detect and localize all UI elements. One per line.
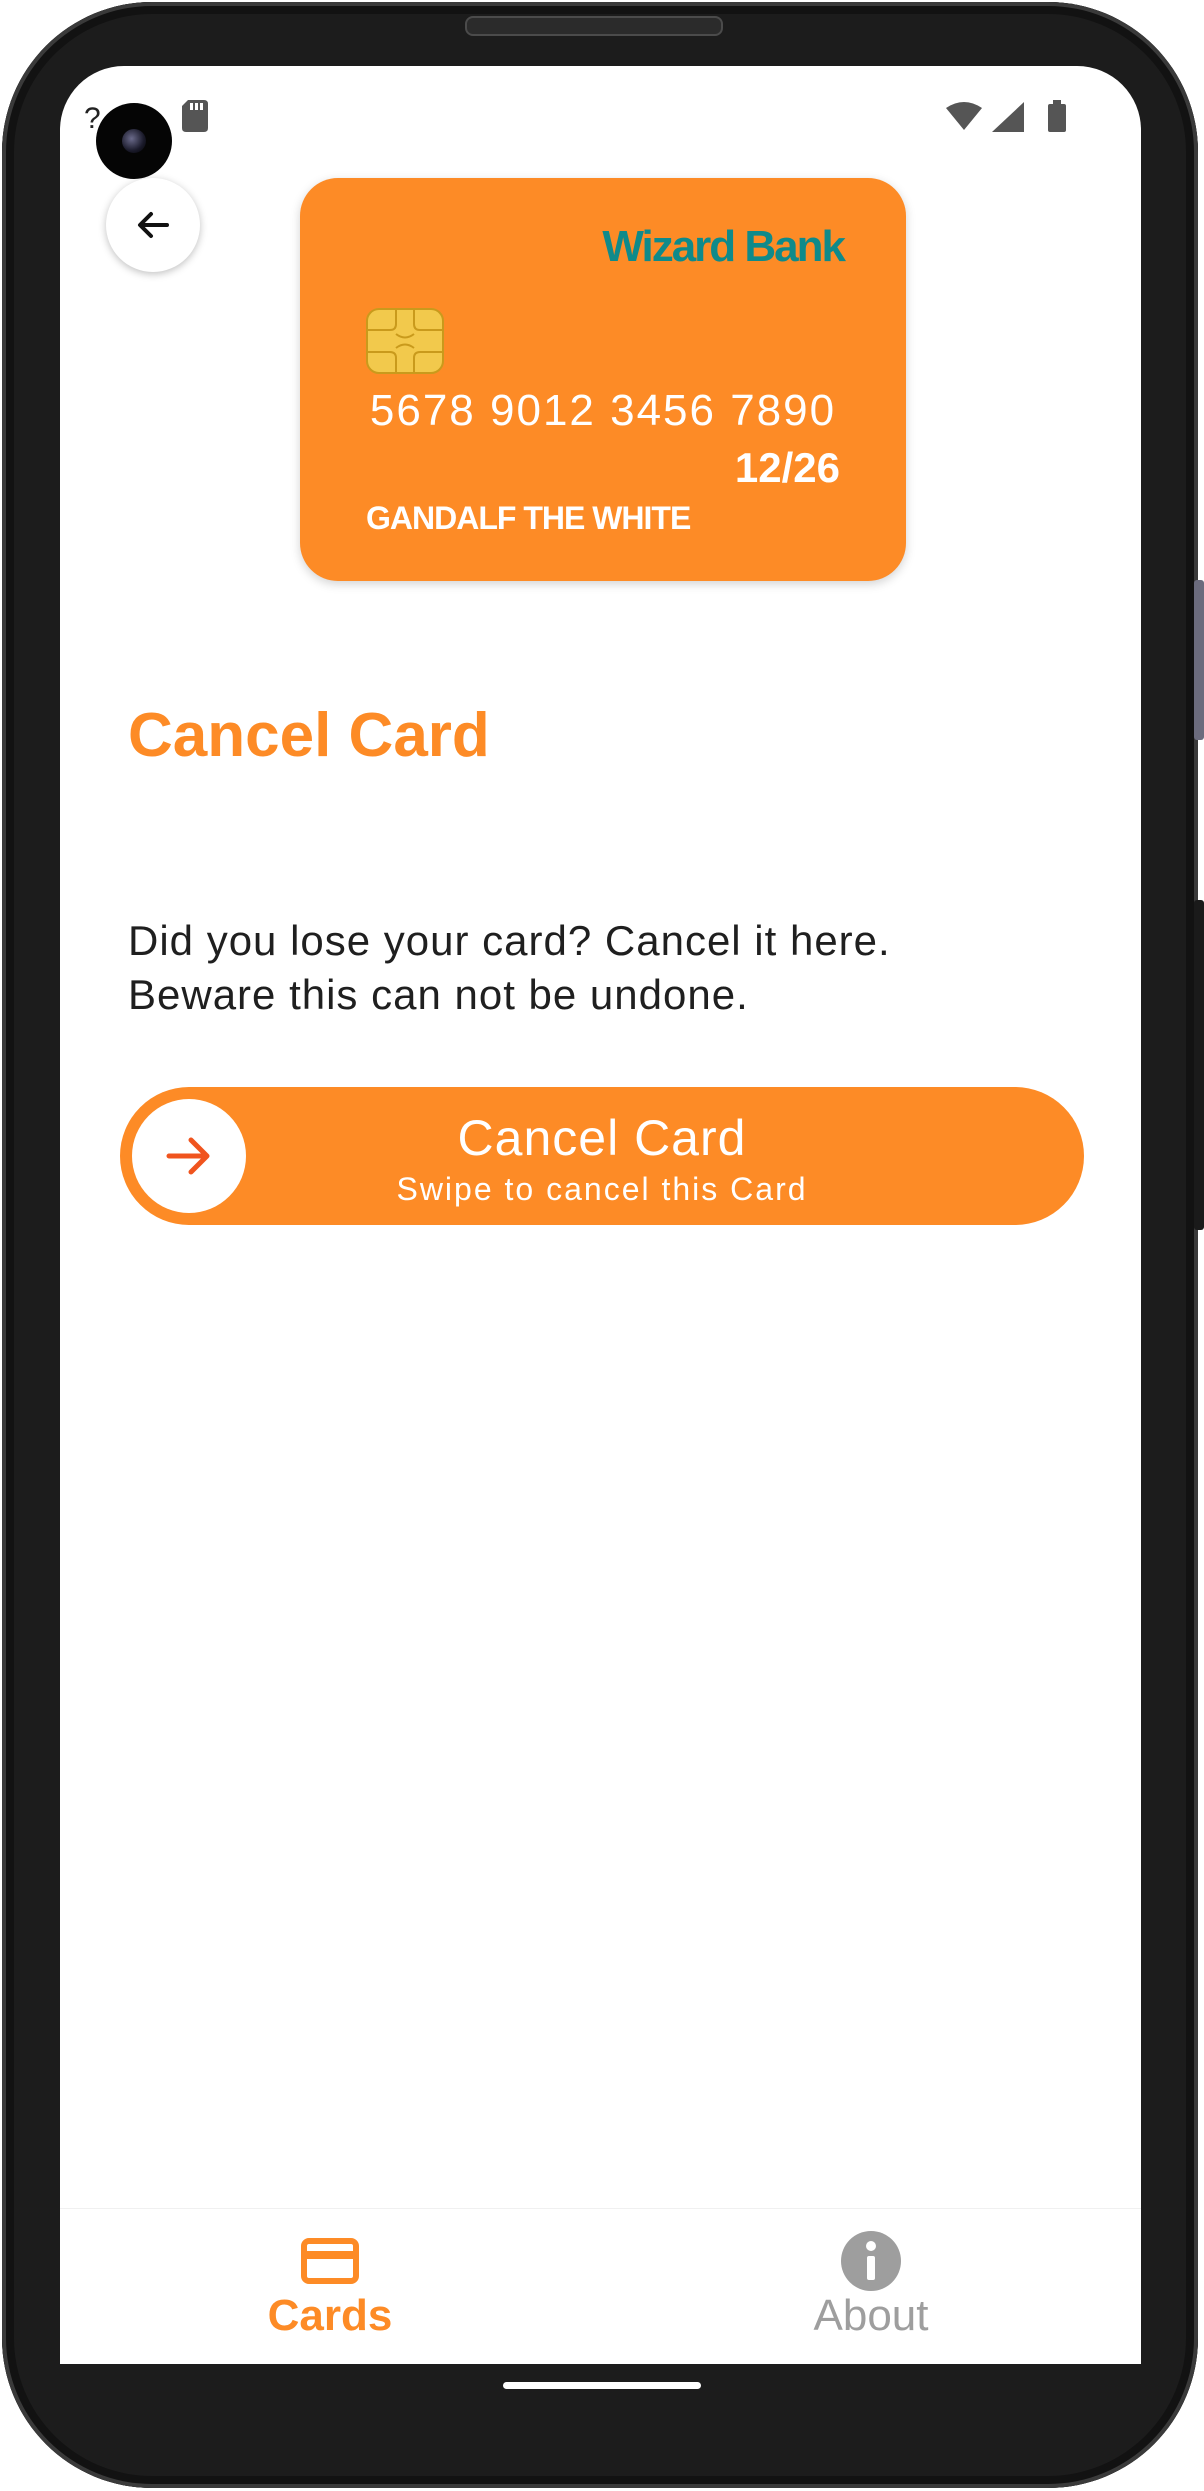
- bottom-navigation: Cards About: [60, 2208, 1141, 2364]
- volume-button: [1194, 580, 1204, 740]
- speaker-grille: [465, 16, 723, 36]
- sd-card-icon: [182, 100, 208, 132]
- swipe-title: Cancel Card: [457, 1110, 747, 1166]
- card-expiry: 12/26: [734, 444, 840, 491]
- front-camera: [96, 103, 172, 179]
- status-icons: [946, 100, 1066, 132]
- nav-label-cards: Cards: [267, 2291, 393, 2340]
- card-number: 5678 9012 3456 7890: [369, 386, 837, 435]
- info-icon: [841, 2231, 901, 2291]
- nav-item-about[interactable]: About: [721, 2209, 1021, 2364]
- description-line-2: Beware this can not be undone.: [128, 971, 749, 1018]
- nav-item-cards[interactable]: Cards: [180, 2209, 480, 2364]
- arrow-left-icon: [138, 212, 169, 238]
- device: ? Wizard Bank 5678 9012 3456 7890 12/26 …: [0, 0, 1204, 2491]
- credit-card: Wizard Bank 5678 9012 3456 7890 12/26 GA…: [300, 178, 906, 581]
- battery-icon: [1048, 100, 1066, 132]
- swipe-subtitle: Swipe to cancel this Card: [396, 1171, 808, 1207]
- credit-card-icon: [301, 2238, 359, 2284]
- signal-icon: [992, 102, 1024, 132]
- power-button: [1194, 900, 1204, 1230]
- page-title: Cancel Card: [128, 701, 490, 770]
- back-button[interactable]: [106, 178, 200, 272]
- description-line-1: Did you lose your card? Cancel it here.: [128, 917, 891, 964]
- wifi-icon: [946, 102, 982, 130]
- card-holder: GANDALF THE WHITE: [366, 500, 691, 536]
- bank-name: Wizard Bank: [602, 222, 846, 271]
- nav-label-about: About: [813, 2291, 929, 2340]
- description: Did you lose your card? Cancel it here. …: [128, 914, 1008, 1022]
- home-indicator[interactable]: [503, 2382, 701, 2389]
- swipe-cancel-slider[interactable]: Cancel Card Swipe to cancel this Card: [120, 1087, 1084, 1225]
- chip-icon: [366, 308, 444, 374]
